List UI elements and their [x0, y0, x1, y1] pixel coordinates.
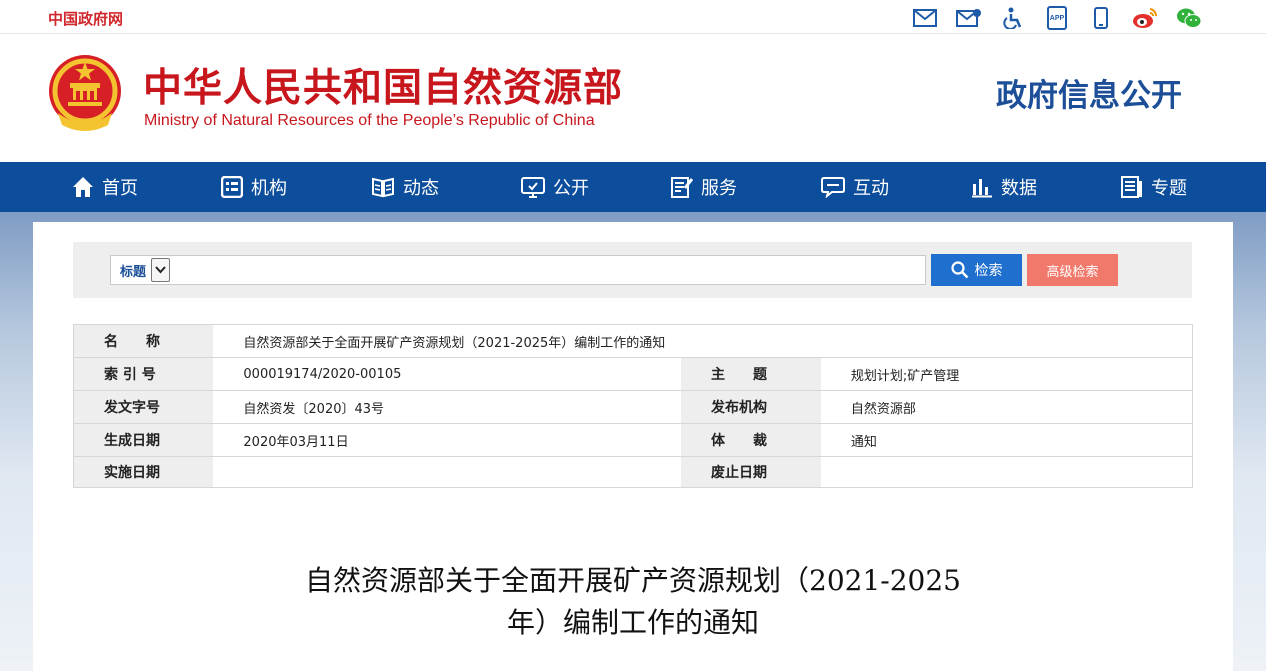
index-label: 索 引 号: [73, 357, 214, 391]
document-title-line1: 自然资源部关于全面开展矿产资源规划（2021-2025: [305, 564, 961, 597]
document-title: 自然资源部关于全面开展矿产资源规划（2021-2025 年）编制工作的通知: [33, 560, 1233, 644]
search-button[interactable]: 检索: [931, 254, 1022, 286]
nav-item-data[interactable]: 数据: [971, 162, 1037, 212]
nav-item-label: 机构: [251, 178, 287, 199]
expire-value: [821, 457, 1193, 488]
chat-icon: [821, 177, 845, 198]
top-utility-bar: 中国政府网 APP: [0, 0, 1266, 34]
nav-item-label: 数据: [1001, 178, 1037, 199]
main-content: 标题 检索 高级检索 名 称 自然资源部关于全面开展矿产资源规划（2021-20…: [33, 222, 1233, 671]
table-row: 发文字号 自然资发〔2020〕43号 发布机构 自然资源部: [73, 390, 1193, 424]
accessibility-icon[interactable]: [991, 6, 1035, 30]
gov-portal-link[interactable]: 中国政府网: [48, 8, 123, 29]
gov-info-disclosure-title[interactable]: 政府信息公开: [996, 70, 1182, 115]
search-button-label: 检索: [974, 263, 1003, 279]
issuer-value: 自然资源部: [820, 390, 1193, 424]
mail-settings-icon[interactable]: [947, 6, 991, 30]
date-value: 2020年03月11日: [213, 423, 681, 457]
search-panel: 标题 检索 高级检索: [73, 242, 1192, 298]
mail-icon[interactable]: [903, 6, 947, 30]
org-icon: [221, 176, 243, 198]
home-icon: [73, 177, 93, 197]
wechat-icon[interactable]: [1167, 6, 1211, 30]
data-icon: [972, 179, 992, 198]
search-field-select[interactable]: 标题: [111, 256, 171, 284]
topic-value: 规划计划;矿产管理: [820, 357, 1193, 391]
national-emblem-icon[interactable]: [46, 53, 124, 135]
nav-item-label: 专题: [1151, 178, 1187, 199]
nav-item-label: 服务: [701, 178, 737, 199]
mobile-icon[interactable]: [1079, 6, 1123, 30]
document-info-table: 名 称 自然资源部关于全面开展矿产资源规划（2021-2025年）编制工作的通知…: [73, 324, 1193, 488]
chevron-down-icon[interactable]: [151, 258, 170, 282]
site-header: 中华人民共和国自然资源部 Ministry of Natural Resourc…: [0, 35, 1266, 162]
nav-item-label: 互动: [853, 178, 889, 199]
advanced-search-button[interactable]: 高级检索: [1027, 254, 1118, 286]
table-row: 实施日期 废止日期: [73, 456, 1193, 488]
topic-label: 主 题: [680, 357, 821, 391]
name-value: 自然资源部关于全面开展矿产资源规划（2021-2025年）编制工作的通知: [213, 324, 1193, 358]
name-label: 名 称: [73, 324, 214, 358]
nav-item-disclosure[interactable]: 公开: [521, 162, 589, 212]
ministry-title-cn[interactable]: 中华人民共和国自然资源部: [143, 57, 623, 113]
nav-item-label: 公开: [553, 178, 589, 199]
weibo-icon[interactable]: [1123, 6, 1167, 30]
disclosure-icon: [521, 177, 545, 198]
date-label: 生成日期: [73, 423, 214, 457]
nav-item-org[interactable]: 机构: [221, 162, 287, 212]
service-icon: [671, 177, 693, 198]
search-input[interactable]: [172, 256, 924, 284]
table-row: 名 称 自然资源部关于全面开展矿产资源规划（2021-2025年）编制工作的通知: [73, 324, 1193, 358]
table-row: 生成日期 2020年03月11日 体 裁 通知: [73, 423, 1193, 457]
issuer-label: 发布机构: [680, 390, 821, 424]
search-box: 标题: [110, 255, 926, 285]
table-row: 索 引 号 000019174/2020-00105 主 题 规划计划;矿产管理: [73, 357, 1193, 391]
news-icon: [372, 177, 394, 198]
nav-item-interact[interactable]: 互动: [821, 162, 889, 212]
main-nav: 首页 机构 动态 公开 服务 互动 数据 专题: [0, 162, 1266, 212]
nav-item-topic[interactable]: 专题: [1121, 162, 1187, 212]
svg-text:APP: APP: [1050, 15, 1065, 22]
ministry-title-en: Ministry of Natural Resources of the Peo…: [144, 112, 595, 129]
docno-label: 发文字号: [73, 390, 214, 424]
nav-item-home[interactable]: 首页: [72, 162, 138, 212]
index-value: 000019174/2020-00105: [213, 357, 681, 391]
search-icon: [950, 261, 968, 279]
app-icon[interactable]: APP: [1035, 6, 1079, 30]
search-select-value: 标题: [120, 264, 147, 280]
expire-label: 废止日期: [680, 456, 821, 488]
nav-item-label: 动态: [403, 178, 439, 199]
genre-label: 体 裁: [680, 423, 821, 457]
top-icon-group: APP: [903, 6, 1211, 30]
nav-item-label: 首页: [102, 178, 138, 199]
effective-label: 实施日期: [73, 456, 214, 488]
nav-item-service[interactable]: 服务: [671, 162, 737, 212]
topic-icon: [1121, 176, 1142, 198]
docno-value: 自然资发〔2020〕43号: [213, 390, 681, 424]
nav-item-news[interactable]: 动态: [371, 162, 439, 212]
document-title-line2: 年）编制工作的通知: [506, 606, 759, 639]
genre-value: 通知: [820, 423, 1193, 457]
effective-value: [213, 457, 681, 488]
